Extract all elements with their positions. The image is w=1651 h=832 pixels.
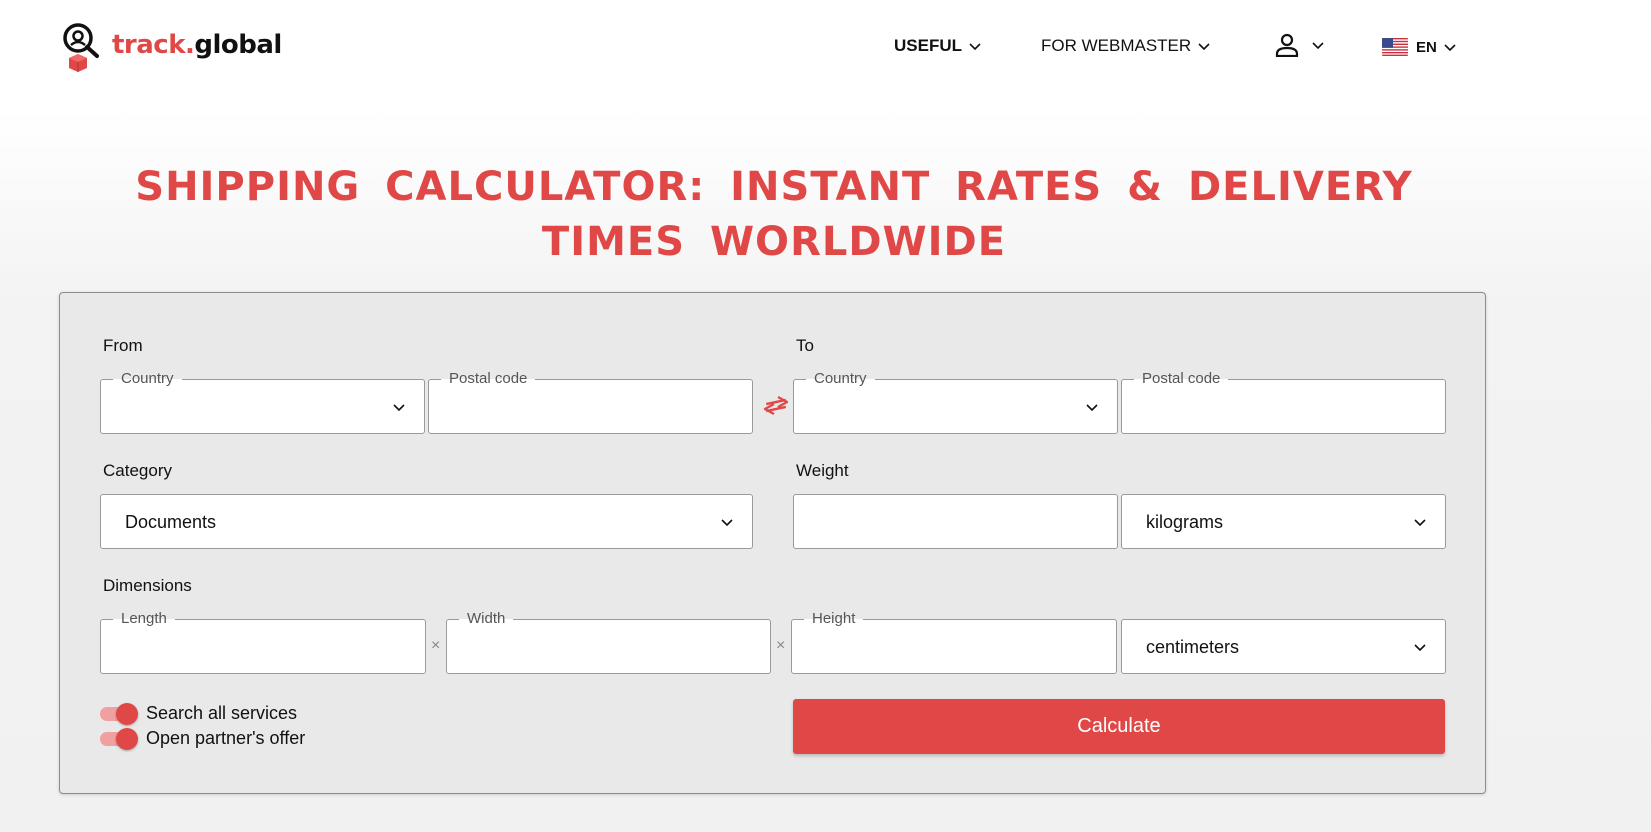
chevron-down-icon <box>1086 404 1098 412</box>
chevron-down-icon <box>1414 519 1426 527</box>
logo-icon <box>62 22 102 72</box>
search-all-services-option: Search all services <box>100 702 298 725</box>
chevron-down-icon <box>721 519 733 527</box>
category-value: Documents <box>125 512 217 532</box>
from-country-legend: Country <box>113 370 182 388</box>
to-country-legend: Country <box>806 370 875 388</box>
chevron-down-icon <box>1312 42 1324 50</box>
logo[interactable]: track.global <box>62 22 282 72</box>
logo-wordmark: track.global <box>112 30 282 60</box>
chevron-down-icon <box>393 404 405 412</box>
nav-webmaster-label: FOR WEBMASTER <box>1041 36 1192 55</box>
from-label: From <box>103 336 143 355</box>
chevron-down-icon <box>1414 644 1426 652</box>
weight-unit-select[interactable]: kilograms <box>1121 494 1446 549</box>
site-header: track.global USEFUL FOR WEBMASTER EN <box>0 0 1651 96</box>
dimensions-label: Dimensions <box>103 576 192 595</box>
swap-direction-icon[interactable] <box>762 393 790 417</box>
length-legend: Length <box>113 610 175 628</box>
times-separator: × <box>431 637 441 654</box>
logo-part-global: global <box>194 30 282 60</box>
height-input[interactable]: Height <box>791 610 1117 674</box>
category-select[interactable]: Documents <box>100 494 753 549</box>
from-country-select[interactable]: Country <box>100 370 425 434</box>
weight-unit-value: kilograms <box>1146 512 1224 532</box>
dimension-unit-select[interactable]: centimeters <box>1121 619 1446 674</box>
weight-label: Weight <box>796 461 849 480</box>
open-partner-offer-toggle[interactable] <box>100 727 138 750</box>
length-input[interactable]: Length <box>100 610 426 674</box>
to-postal-legend: Postal code <box>1134 370 1229 388</box>
us-flag-icon <box>1382 38 1408 56</box>
user-icon <box>1275 33 1299 57</box>
language-selector[interactable]: EN <box>1382 38 1457 56</box>
width-legend: Width <box>459 610 514 628</box>
open-partner-offer-label: Open partner's offer <box>146 728 306 748</box>
dimension-unit-value: centimeters <box>1146 637 1240 657</box>
user-account-menu[interactable] <box>1275 33 1325 57</box>
category-label: Category <box>103 461 172 480</box>
page-title: SHIPPING CALCULATOR: INSTANT RATES & DEL… <box>135 164 1413 265</box>
search-all-services-label: Search all services <box>146 703 298 723</box>
weight-input[interactable] <box>793 494 1118 549</box>
chevron-down-icon <box>969 43 981 51</box>
times-separator: × <box>776 637 786 654</box>
to-postal-code-input[interactable]: Postal code <box>1121 370 1446 434</box>
language-label: EN <box>1416 38 1437 56</box>
to-country-select[interactable]: Country <box>793 370 1118 434</box>
chevron-down-icon <box>1198 43 1210 51</box>
from-postal-code-input[interactable]: Postal code <box>428 370 753 434</box>
shipping-calculator-form: From To Country Postal code Country Post… <box>59 292 1486 794</box>
logo-part-track: track. <box>112 30 195 60</box>
nav-useful-menu[interactable]: USEFUL <box>894 36 982 56</box>
from-postal-legend: Postal code <box>441 370 536 388</box>
chevron-down-icon <box>1444 44 1456 52</box>
calculate-button[interactable]: Calculate <box>793 699 1445 754</box>
nav-useful-label: USEFUL <box>894 36 962 55</box>
open-partner-offer-option: Open partner's offer <box>100 727 306 750</box>
search-all-services-toggle[interactable] <box>100 702 138 725</box>
height-legend: Height <box>804 610 864 628</box>
to-label: To <box>796 336 814 355</box>
nav-webmaster-menu[interactable]: FOR WEBMASTER <box>1041 36 1211 56</box>
width-input[interactable]: Width <box>446 610 771 674</box>
